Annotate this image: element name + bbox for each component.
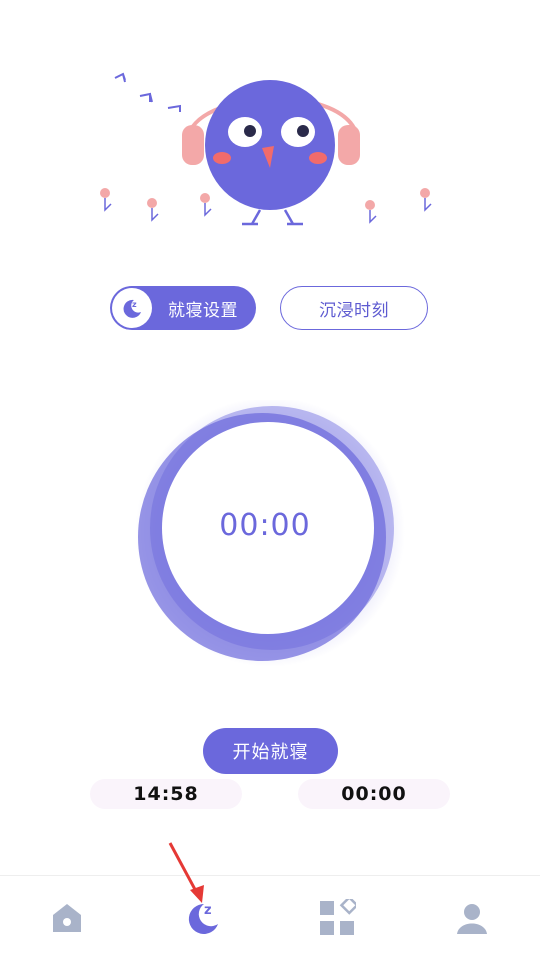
music-notes-icon (114, 72, 181, 112)
annotation-arrow-icon (168, 842, 204, 903)
wake-time-pill[interactable]: 00:00 (298, 779, 450, 809)
moon-sleep-icon: z (112, 288, 152, 328)
tab-sleep-label: 就寝设置 (168, 300, 238, 321)
nav-profile[interactable] (450, 896, 494, 940)
bird-headphones-illustration (90, 60, 450, 240)
timer-display: 00:00 (219, 508, 311, 543)
home-icon (53, 904, 81, 932)
mode-tabs: z 就寝设置 沉浸时刻 (0, 286, 540, 332)
bottom-nav: z (0, 875, 540, 961)
nav-home[interactable] (45, 896, 89, 940)
tab-sleep-settings[interactable]: z 就寝设置 (110, 286, 256, 330)
bedtime-value: 14:58 (133, 783, 199, 805)
timer-dial: 00:00 (130, 397, 410, 670)
profile-icon (457, 904, 487, 934)
start-sleep-button[interactable]: 开始就寝 (203, 728, 338, 774)
tab-immerse-moment[interactable]: 沉浸时刻 (280, 286, 428, 330)
apps-grid-icon (320, 899, 356, 935)
wake-time-value: 00:00 (341, 783, 407, 805)
bedtime-pill[interactable]: 14:58 (90, 779, 242, 809)
tab-immerse-label: 沉浸时刻 (319, 300, 389, 321)
svg-text:z: z (204, 903, 212, 918)
nav-apps[interactable] (315, 896, 359, 940)
svg-text:z: z (132, 300, 137, 309)
